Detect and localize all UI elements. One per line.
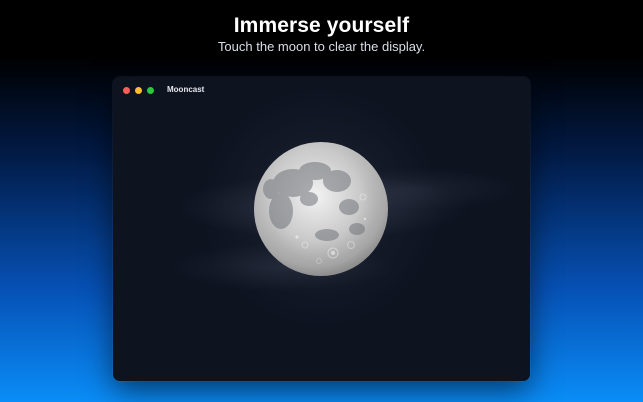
- minimize-window-button[interactable]: [135, 87, 142, 94]
- window-titlebar[interactable]: Mooncast: [113, 77, 530, 103]
- promo-subhead: Touch the moon to clear the display.: [217, 39, 426, 54]
- window-title: Mooncast: [167, 85, 205, 94]
- zoom-window-button[interactable]: [147, 87, 154, 94]
- full-moon-icon: [254, 142, 388, 276]
- app-window: Mooncast: [113, 77, 530, 381]
- promo-headline: Immerse yourself: [233, 14, 410, 37]
- moon-button[interactable]: [253, 141, 389, 277]
- close-window-button[interactable]: [123, 87, 130, 94]
